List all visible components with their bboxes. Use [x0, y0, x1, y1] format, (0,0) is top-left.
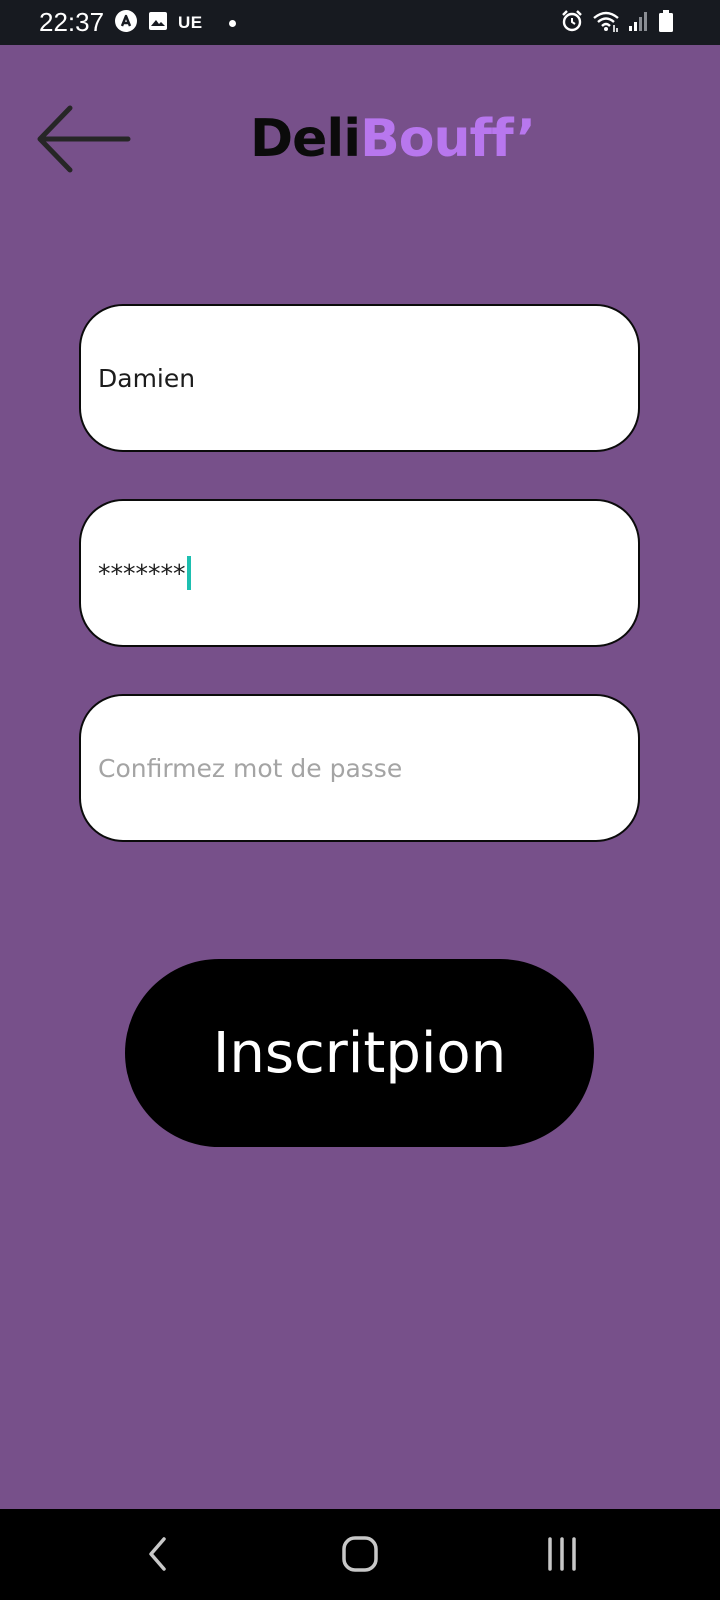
recents-nav-icon — [548, 1537, 576, 1571]
confirm-password-field[interactable]: Confirmez mot de passe — [79, 694, 640, 842]
home-nav-icon — [342, 1536, 378, 1572]
status-bar: 22:37 UE — [0, 0, 720, 45]
app-logo: DeliBouff’ — [250, 104, 536, 174]
app-notification-icon — [114, 9, 138, 38]
wifi-icon — [592, 9, 620, 38]
arrow-left-icon — [37, 105, 131, 173]
confirm-password-placeholder: Confirmez mot de passe — [98, 753, 403, 783]
nav-home-button[interactable] — [330, 1529, 390, 1579]
alarm-icon — [560, 9, 584, 38]
back-button[interactable] — [36, 104, 132, 174]
system-nav-bar — [0, 1509, 720, 1600]
status-time: 22:37 — [39, 7, 105, 37]
gallery-icon — [148, 11, 168, 36]
username-field[interactable]: Damien — [79, 304, 640, 452]
status-right-icons — [560, 9, 674, 38]
logo-part-deli: Deli — [250, 109, 361, 169]
status-left-icons: UE — [114, 9, 236, 38]
back-nav-icon — [149, 1537, 166, 1571]
nav-recents-button[interactable] — [532, 1529, 592, 1579]
password-value: ******* — [98, 558, 186, 588]
dot-icon — [228, 19, 236, 27]
username-value: Damien — [98, 363, 196, 393]
text-caret — [186, 556, 191, 590]
carrier-label: UE — [178, 13, 203, 32]
nav-back-button[interactable] — [128, 1529, 188, 1579]
battery-icon — [658, 9, 674, 38]
signup-button[interactable]: Inscritpion — [125, 959, 594, 1147]
password-value-wrap: ******* — [98, 501, 191, 645]
signal-icon — [628, 10, 650, 37]
password-field[interactable]: ******* — [79, 499, 640, 647]
logo-part-bouff: Bouff’ — [360, 109, 536, 169]
